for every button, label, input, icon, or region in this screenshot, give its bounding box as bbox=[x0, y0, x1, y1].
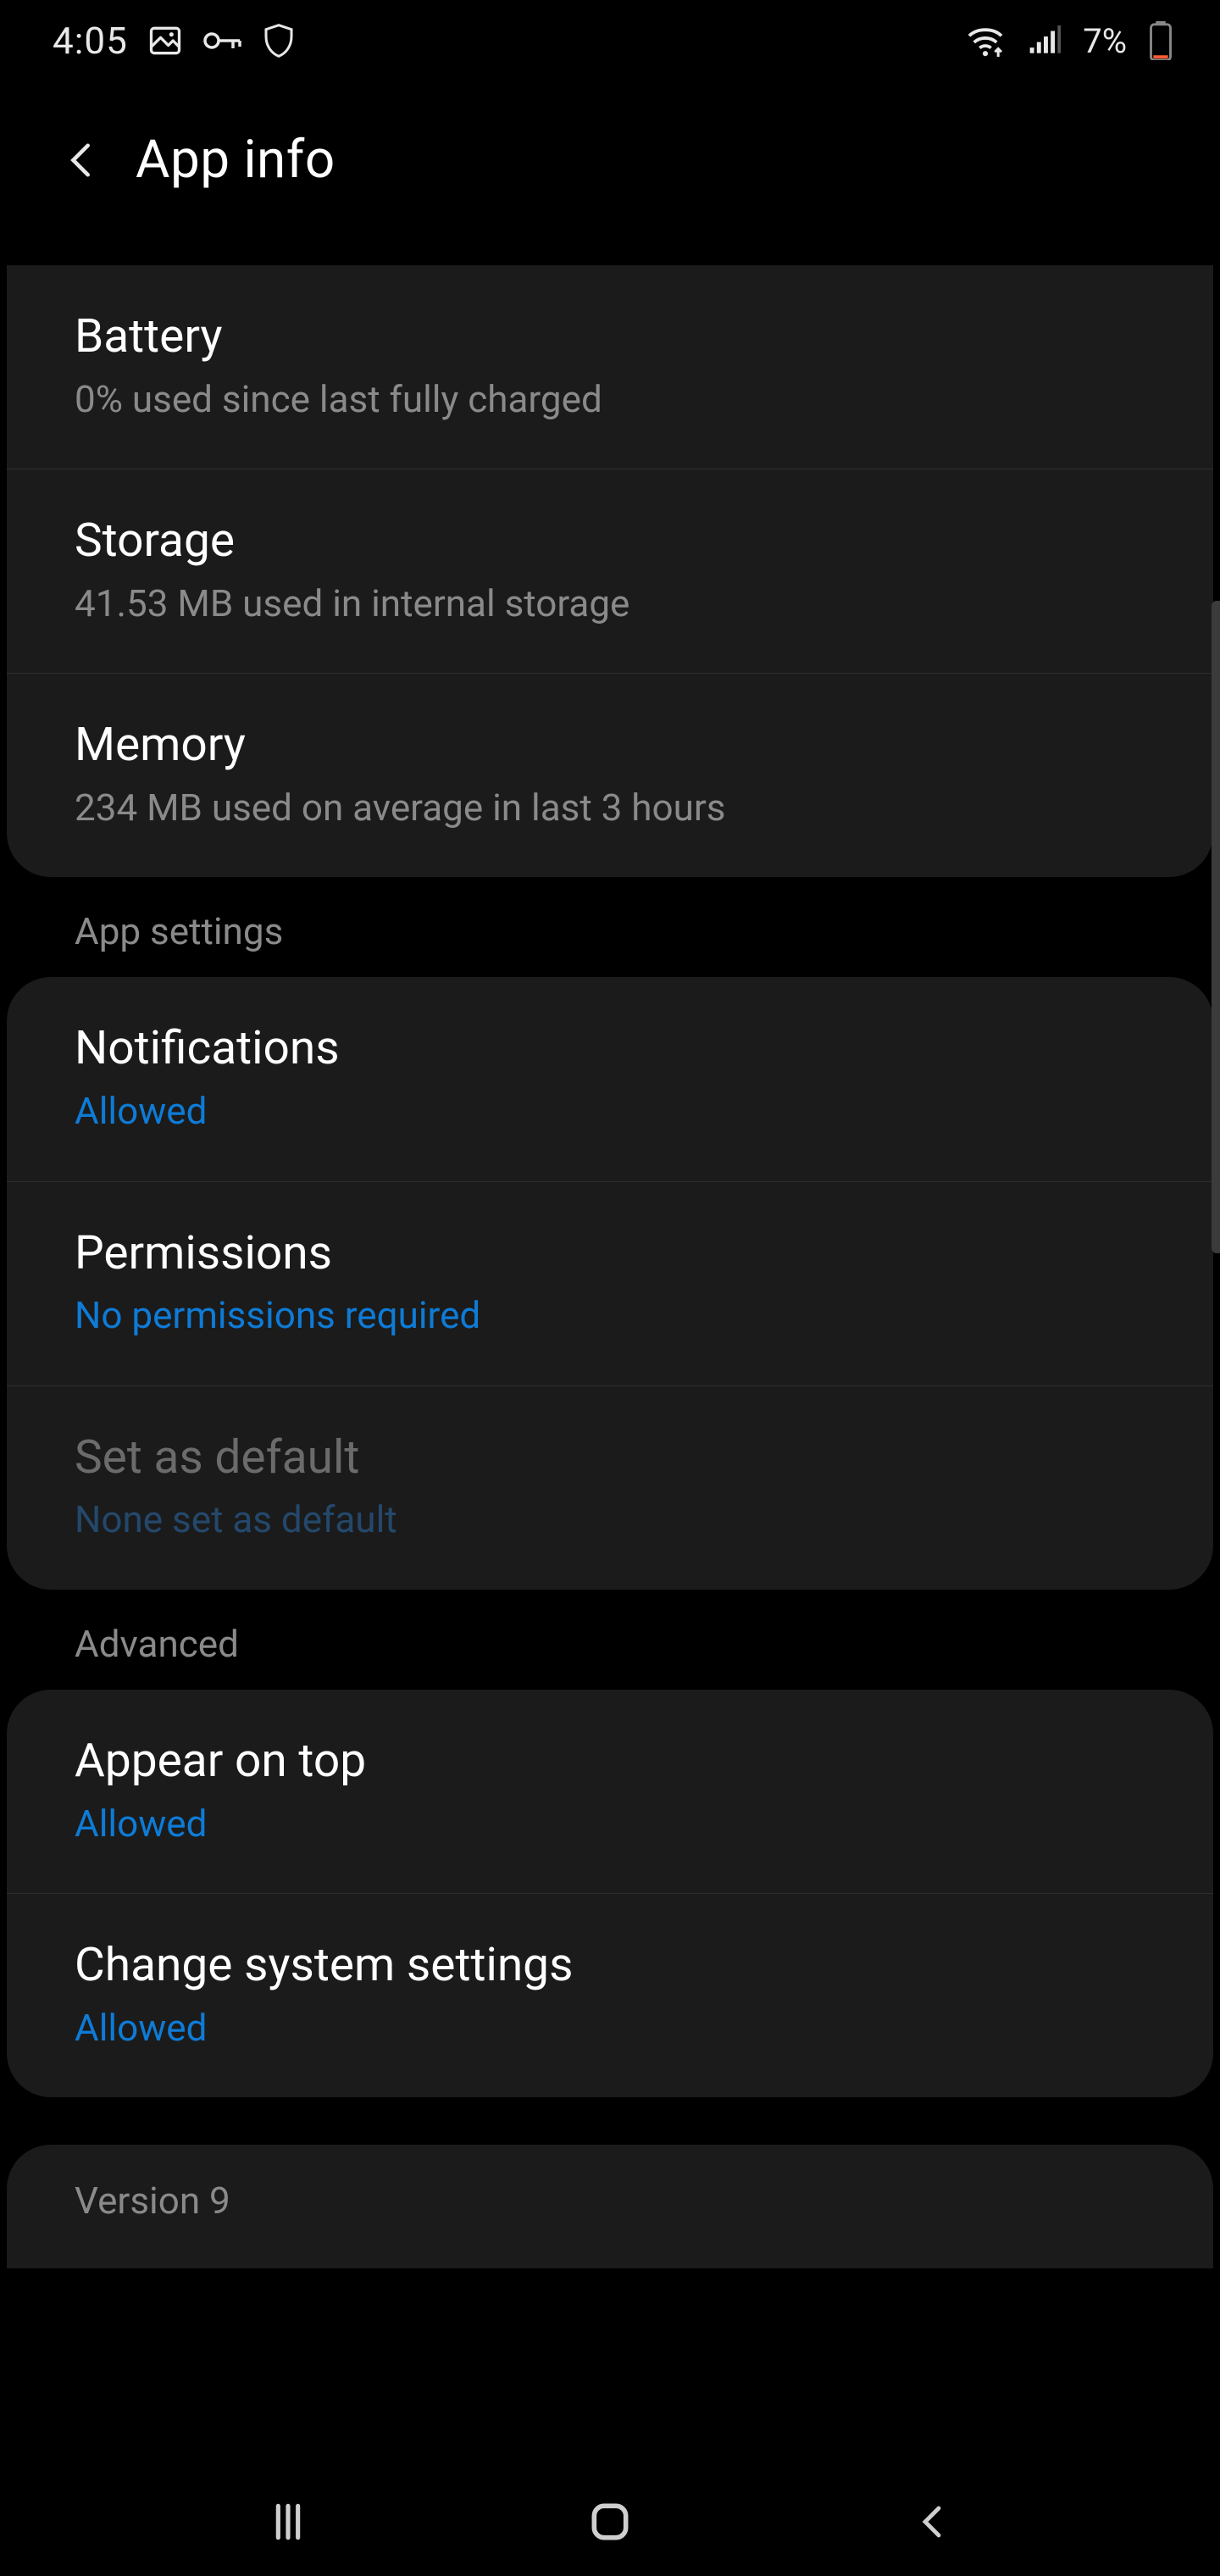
version-card[interactable]: Version 9 bbox=[7, 2145, 1213, 2268]
row-sub: 234 MB used on average in last 3 hours bbox=[75, 783, 1145, 833]
row-notifications[interactable]: Notifications Allowed bbox=[7, 977, 1213, 1180]
back-button[interactable] bbox=[56, 135, 107, 186]
row-sub: 0% used since last fully charged bbox=[75, 375, 1145, 425]
app-bar: App info bbox=[0, 81, 1220, 265]
status-time: 4:05 bbox=[53, 19, 128, 63]
nav-bar bbox=[0, 2468, 1220, 2576]
app-settings-card: Notifications Allowed Permissions No per… bbox=[7, 977, 1213, 1589]
row-battery[interactable]: Battery 0% used since last fully charged bbox=[7, 265, 1213, 469]
status-battery-pct: 7% bbox=[1083, 21, 1127, 61]
row-label: Appear on top bbox=[75, 1732, 1145, 1790]
image-icon bbox=[147, 22, 184, 59]
page-title: App info bbox=[136, 129, 336, 191]
status-bar: 4:05 bbox=[0, 0, 1220, 81]
row-label: Battery bbox=[75, 308, 1145, 366]
wifi-icon bbox=[966, 25, 1005, 57]
advanced-card: Appear on top Allowed Change system sett… bbox=[7, 1690, 1213, 2097]
row-label: Notifications bbox=[75, 1019, 1145, 1078]
nav-home-button[interactable] bbox=[568, 2479, 652, 2564]
nav-recents-button[interactable] bbox=[246, 2479, 330, 2564]
battery-icon bbox=[1149, 21, 1173, 60]
row-sub: Allowed bbox=[75, 2003, 1145, 2053]
row-set-default: Set as default None set as default bbox=[7, 1385, 1213, 1590]
row-permissions[interactable]: Permissions No permissions required bbox=[7, 1181, 1213, 1385]
scrollbar[interactable] bbox=[1212, 601, 1220, 1253]
row-label: Memory bbox=[75, 716, 1145, 774]
nav-back-button[interactable] bbox=[890, 2479, 974, 2564]
row-label: Set as default bbox=[75, 1429, 1145, 1487]
row-appear-on-top[interactable]: Appear on top Allowed bbox=[7, 1690, 1213, 1893]
row-sub: No permissions required bbox=[75, 1291, 1145, 1341]
row-storage[interactable]: Storage 41.53 MB used in internal storag… bbox=[7, 469, 1213, 673]
signal-icon bbox=[1027, 25, 1061, 56]
section-advanced: Advanced bbox=[7, 1590, 1213, 1690]
row-label: Change system settings bbox=[75, 1936, 1145, 1995]
shield-icon bbox=[262, 22, 296, 59]
row-sub: 41.53 MB used in internal storage bbox=[75, 579, 1145, 629]
row-change-system-settings[interactable]: Change system settings Allowed bbox=[7, 1893, 1213, 2097]
section-app-settings: App settings bbox=[7, 877, 1213, 977]
row-sub: Allowed bbox=[75, 1799, 1145, 1849]
row-label: Storage bbox=[75, 512, 1145, 570]
row-label: Permissions bbox=[75, 1224, 1145, 1283]
vpn-key-icon bbox=[202, 28, 243, 53]
row-sub: Allowed bbox=[75, 1086, 1145, 1136]
row-sub: None set as default bbox=[75, 1495, 1145, 1545]
usage-card: Battery 0% used since last fully charged… bbox=[7, 265, 1213, 877]
version-text: Version 9 bbox=[75, 2179, 1145, 2223]
row-memory[interactable]: Memory 234 MB used on average in last 3 … bbox=[7, 673, 1213, 877]
